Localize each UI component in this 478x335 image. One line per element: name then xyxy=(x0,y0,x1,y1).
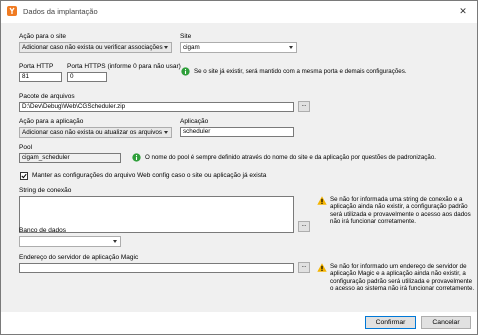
note-line: não irá funcionar corretamente. xyxy=(330,218,416,226)
http-port-input[interactable]: 81 xyxy=(19,72,62,82)
database-label: Banco de dados xyxy=(19,227,66,234)
package-browse-button[interactable]: ... xyxy=(298,101,310,112)
note-line: o acesso ao sistema não irá funcionar co… xyxy=(330,285,475,293)
package-input[interactable]: D:\Dev\Debug\Web\CGScheduler.zip xyxy=(19,102,294,112)
http-port-label: Porta HTTP xyxy=(19,63,54,70)
note-line: aplicação Magic e a aplicação ainda não … xyxy=(330,270,466,278)
close-button[interactable]: ✕ xyxy=(457,5,469,17)
checkmark-icon xyxy=(21,173,27,179)
https-port-input[interactable]: 0 xyxy=(67,72,107,82)
warning-triangle-icon xyxy=(317,196,327,205)
dialog-window: Dados da implantação ✕ Ação para o site … xyxy=(0,0,478,335)
note-line: configuração padrão será utilizada e pro… xyxy=(330,277,473,285)
keep-config-label[interactable]: Manter as configurações do arquivo Web c… xyxy=(32,172,266,179)
pool-input: cigam_scheduler xyxy=(19,153,121,163)
keep-config-checkbox[interactable] xyxy=(20,172,28,180)
chevron-down-icon xyxy=(164,131,168,134)
application-input[interactable]: scheduler xyxy=(180,127,294,137)
note-line: aplicação ainda não existir, a configura… xyxy=(330,203,468,211)
note-line: Se não for informada uma string de conex… xyxy=(330,196,463,203)
warning-triangle-icon xyxy=(317,263,327,272)
package-label: Pacote de arquivos xyxy=(19,93,75,100)
pool-label: Pool xyxy=(19,144,33,151)
chevron-down-icon xyxy=(113,240,117,243)
chevron-down-icon xyxy=(289,46,293,49)
site-action-select[interactable]: Adicionar caso não exista ou verificar a… xyxy=(19,42,172,53)
app-action-value: Adicionar caso não exista ou atualizar o… xyxy=(22,129,163,136)
pool-note: O nome do pool é sempre definido através… xyxy=(145,154,436,161)
info-circle-icon xyxy=(181,67,190,76)
app-logo-icon xyxy=(7,6,17,16)
database-select[interactable] xyxy=(19,236,121,247)
site-action-label: Ação para o site xyxy=(19,33,66,40)
magic-server-input[interactable] xyxy=(19,263,294,273)
magic-server-browse-button[interactable]: ... xyxy=(298,262,310,273)
form-panel: Ação para o site Adicionar caso não exis… xyxy=(1,23,477,312)
connection-string-label: String de conexão xyxy=(19,187,72,194)
https-port-label: Porta HTTPS (informe 0 para não usar) xyxy=(67,63,181,70)
chevron-down-icon xyxy=(164,46,168,49)
connection-string-browse-button[interactable]: ... xyxy=(298,221,310,232)
site-value: cigam xyxy=(183,44,200,51)
confirm-button[interactable]: Confirmar xyxy=(365,316,416,329)
application-label: Aplicação xyxy=(180,118,209,125)
dialog-footer: Confirmar Cancelar xyxy=(1,312,477,334)
app-action-select[interactable]: Adicionar caso não exista ou atualizar o… xyxy=(19,127,172,138)
magic-server-note: Se não for informado um endereço de serv… xyxy=(330,263,474,293)
info-circle-icon xyxy=(132,153,141,162)
site-action-value: Adicionar caso não exista ou verificar a… xyxy=(22,44,163,51)
title-bar[interactable]: Dados da implantação ✕ xyxy=(1,1,477,23)
magic-server-label: Endereço do servidor de aplicação Magic xyxy=(19,254,139,261)
app-action-label: Ação para a aplicação xyxy=(19,118,84,125)
note-line: será utilizada e provavelmente o acesso … xyxy=(330,210,471,218)
connection-string-note: Se não for informada uma string de conex… xyxy=(330,196,471,226)
site-note: Se o site já existir, será mantido com a… xyxy=(194,68,407,75)
window-title: Dados da implantação xyxy=(23,7,98,16)
site-select[interactable]: cigam xyxy=(180,42,297,53)
note-line: Se não for informado um endereço de serv… xyxy=(330,263,467,270)
site-label: Site xyxy=(180,33,192,40)
cancel-button[interactable]: Cancelar xyxy=(421,316,471,329)
